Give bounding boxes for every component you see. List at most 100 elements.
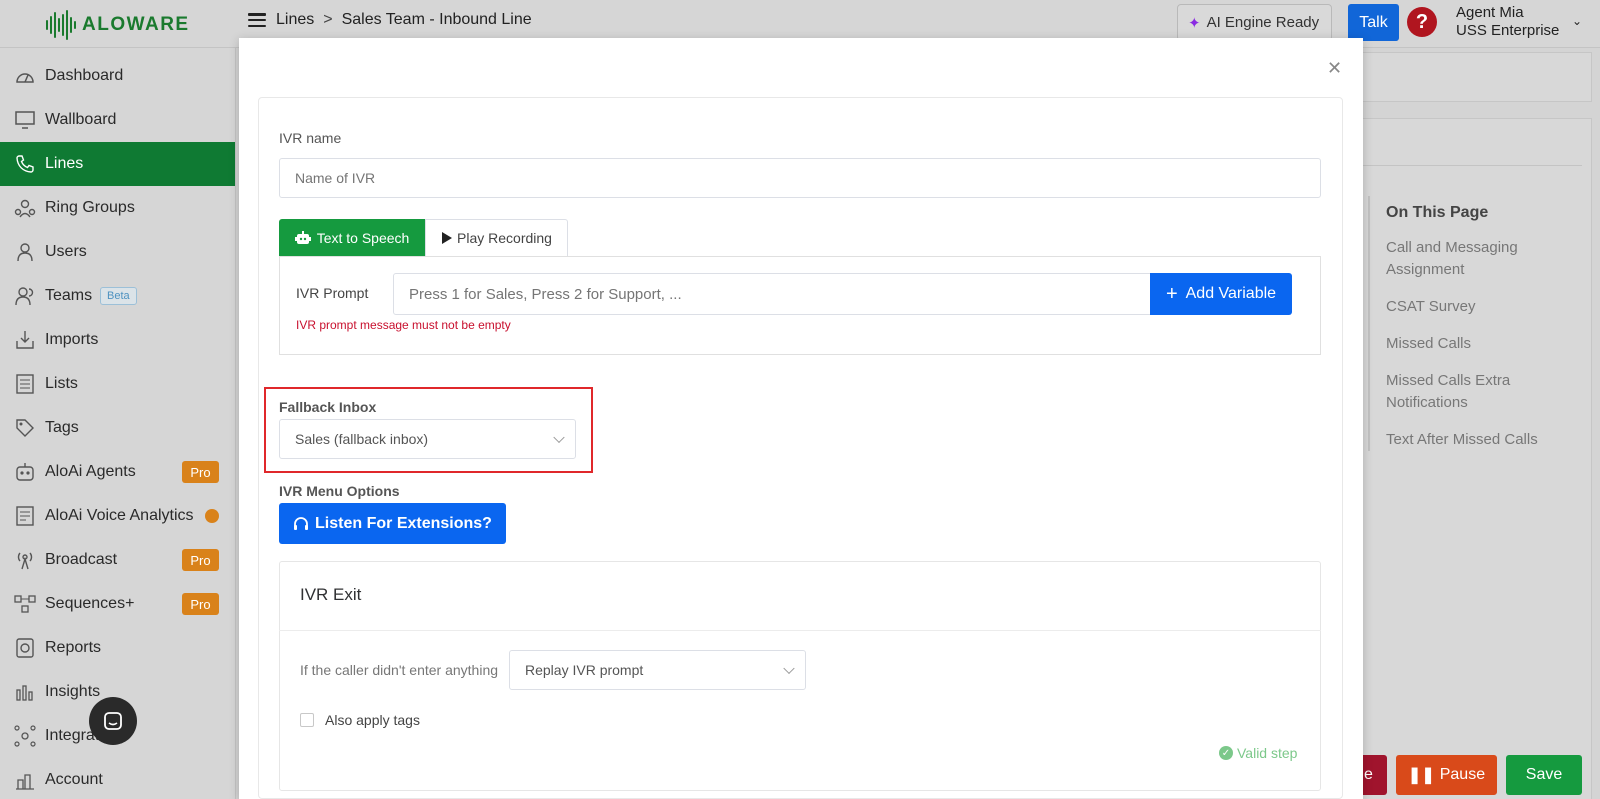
plus-icon: + xyxy=(1165,283,1178,305)
listen-for-extensions-button[interactable]: Listen For Extensions? xyxy=(279,503,506,544)
headset-icon xyxy=(293,516,309,532)
pause-button[interactable]: ❚❚ Pause xyxy=(1396,755,1497,795)
ivr-name-label: IVR name xyxy=(279,130,342,146)
ivr-menu-options-label: IVR Menu Options xyxy=(279,483,400,499)
tab-play-recording[interactable]: Play Recording xyxy=(425,219,568,257)
sidebar-item-lines[interactable]: Lines xyxy=(0,142,235,186)
beta-badge: Beta xyxy=(100,287,137,305)
reports-icon xyxy=(14,637,36,659)
ivr-exit-title: IVR Exit xyxy=(300,585,362,604)
sidebar-item-label: Wallboard xyxy=(45,111,117,128)
sidebar-item-lists[interactable]: Lists xyxy=(0,362,236,406)
sidebar-item-label: Broadcast xyxy=(45,551,118,568)
onpage-link-missed-calls[interactable]: Missed Calls xyxy=(1386,333,1568,355)
chat-launcher-button[interactable] xyxy=(89,697,137,745)
pro-badge: Pro xyxy=(182,593,219,615)
save-button[interactable]: Save xyxy=(1506,755,1582,795)
fallback-inbox-label: Fallback Inbox xyxy=(279,399,377,415)
users-icon xyxy=(14,241,36,263)
ivr-prompt-input[interactable] xyxy=(393,273,1151,315)
check-circle-icon: ✓ xyxy=(1219,746,1233,760)
sidebar-item-aloai-agents[interactable]: AloAi Agents Pro xyxy=(0,450,236,494)
sidebar-item-dashboard[interactable]: Dashboard xyxy=(0,54,236,98)
pause-icon: ❚❚ xyxy=(1407,767,1435,784)
sidebar-item-wallboard[interactable]: Wallboard xyxy=(0,98,236,142)
sidebar-item-reports[interactable]: Reports xyxy=(0,626,236,670)
onpage-link-call-messaging[interactable]: Call and Messaging Assignment xyxy=(1386,237,1536,281)
sidebar-item-label: Users xyxy=(45,243,87,260)
tab-text-to-speech-label: Text to Speech xyxy=(316,230,410,246)
account-icon xyxy=(14,769,36,791)
sidebar-item-label: Account xyxy=(45,771,103,788)
play-icon xyxy=(441,231,453,245)
hamburger-menu-icon[interactable] xyxy=(248,13,266,27)
list-icon xyxy=(14,373,36,395)
sidebar-item-label: Dashboard xyxy=(45,67,124,84)
agent-menu[interactable]: Agent Mia USS Enterprise ⌄ xyxy=(1456,4,1582,40)
sidebar-item-label: Reports xyxy=(45,639,102,656)
prompt-error-message: IVR prompt message must not be empty xyxy=(296,318,511,332)
robot-icon xyxy=(14,461,36,483)
listen-for-extensions-label: Listen For Extensions? xyxy=(315,514,492,532)
sidebar-item-teams[interactable]: Teams Beta xyxy=(0,274,236,318)
agent-name: Agent Mia xyxy=(1456,4,1524,21)
ai-engine-status[interactable]: ✦ AI Engine Ready xyxy=(1177,4,1333,41)
breadcrumb-current: Sales Team - Inbound Line xyxy=(341,11,532,28)
breadcrumb-lines[interactable]: Lines xyxy=(276,11,314,29)
add-variable-label: Add Variable xyxy=(1185,285,1277,302)
no-input-action-select[interactable]: Replay IVR prompt xyxy=(509,650,806,690)
insights-icon xyxy=(14,681,36,703)
status-dot xyxy=(205,509,219,523)
sidebar-item-label: Lists xyxy=(45,375,78,392)
talk-button[interactable]: Talk xyxy=(1348,4,1399,41)
on-this-page-nav: On This Page Call and Messaging Assignme… xyxy=(1368,196,1568,451)
fallback-inbox-select[interactable]: Sales (fallback inbox) xyxy=(279,419,576,459)
tab-text-to-speech[interactable]: Text to Speech xyxy=(279,219,425,257)
monitor-icon xyxy=(14,109,36,131)
breadcrumb-separator: > xyxy=(323,11,333,28)
sidebar: Dashboard Wallboard Lines Ring Groups Us… xyxy=(0,48,236,799)
ivr-name-input[interactable] xyxy=(279,158,1321,198)
sidebar-item-users[interactable]: Users xyxy=(0,230,236,274)
aloware-logo[interactable]: ALOWARE xyxy=(46,10,190,40)
sidebar-item-tags[interactable]: Tags xyxy=(0,406,236,450)
sparkle-icon: ✦ xyxy=(1188,14,1201,32)
pro-badge: Pro xyxy=(182,461,219,483)
apply-tags-checkbox[interactable] xyxy=(300,713,314,727)
no-input-label: If the caller didn't enter anything xyxy=(300,662,499,678)
sidebar-item-ring-groups[interactable]: Ring Groups xyxy=(0,186,236,230)
logo-text: ALOWARE xyxy=(82,14,190,35)
sidebar-item-label: AloAi Agents xyxy=(45,463,136,480)
onpage-link-csat[interactable]: CSAT Survey xyxy=(1386,296,1568,318)
background-card xyxy=(1342,52,1592,102)
valid-step-status: ✓ Valid step xyxy=(1219,745,1297,761)
ai-engine-label: AI Engine Ready xyxy=(1206,14,1320,31)
sidebar-item-label: Imports xyxy=(45,331,99,348)
add-variable-button[interactable]: + Add Variable xyxy=(1150,273,1292,315)
sidebar-item-imports[interactable]: Imports xyxy=(0,318,236,362)
robot-icon xyxy=(294,231,311,245)
sidebar-item-label: Insights xyxy=(45,683,101,700)
analytics-icon xyxy=(14,505,36,527)
close-icon[interactable]: ✕ xyxy=(1327,58,1342,79)
sidebar-item-aloai-voice-analytics[interactable]: AloAi Voice Analytics xyxy=(0,494,236,538)
sidebar-item-account[interactable]: Account xyxy=(0,758,236,799)
sidebar-item-label: Tags xyxy=(45,419,79,436)
fallback-inbox-value: Sales (fallback inbox) xyxy=(295,431,429,447)
breadcrumb: Lines > Sales Team - Inbound Line xyxy=(248,11,532,29)
tab-play-recording-label: Play Recording xyxy=(457,230,552,246)
pro-badge: Pro xyxy=(182,549,219,571)
onpage-link-missed-extra[interactable]: Missed Calls Extra Notifications xyxy=(1386,370,1536,414)
divider xyxy=(1342,165,1582,166)
onpage-link-text-after[interactable]: Text After Missed Calls xyxy=(1386,429,1568,451)
phone-icon xyxy=(14,153,36,175)
ivr-exit-header xyxy=(279,561,1321,631)
sidebar-item-broadcast[interactable]: Broadcast Pro xyxy=(0,538,236,582)
ring-groups-icon xyxy=(14,197,36,219)
chevron-down-icon: ⌄ xyxy=(1572,14,1583,28)
teams-icon xyxy=(14,285,36,307)
help-icon[interactable]: ? xyxy=(1407,7,1437,37)
sidebar-item-label: Sequences+ xyxy=(45,595,135,612)
valid-step-label: Valid step xyxy=(1237,745,1298,761)
sidebar-item-sequences[interactable]: Sequences+ Pro xyxy=(0,582,236,626)
